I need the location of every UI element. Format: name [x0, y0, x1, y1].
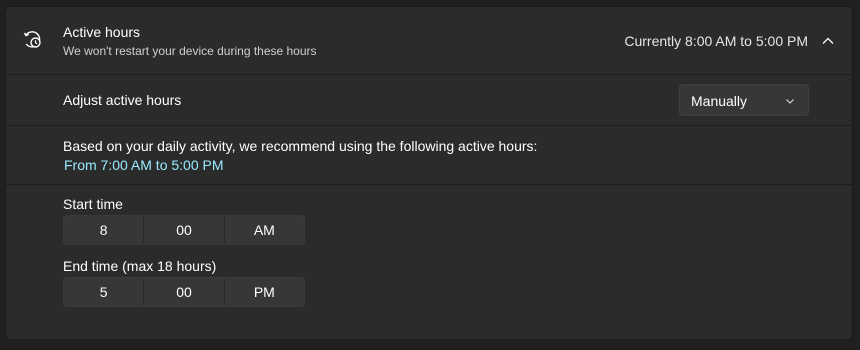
adjust-mode-dropdown[interactable]: Manually: [679, 84, 809, 116]
recommendation-text: Based on your daily activity, we recomme…: [63, 138, 538, 154]
adjust-active-hours-label: Adjust active hours: [63, 92, 182, 108]
end-time-picker[interactable]: 5 00 PM: [63, 277, 305, 307]
time-pickers-section: Start time 8 00 AM End time (max 18 hour…: [6, 185, 852, 339]
start-period-cell[interactable]: AM: [223, 216, 304, 244]
chevron-up-icon[interactable]: [820, 33, 836, 49]
current-hours-status: Currently 8:00 AM to 5:00 PM: [624, 33, 808, 49]
end-hour-cell[interactable]: 5: [64, 278, 143, 306]
clock-restart-icon: [23, 31, 41, 48]
section-title: Active hours: [63, 24, 141, 40]
start-hour-cell[interactable]: 8: [64, 216, 143, 244]
chevron-down-icon: [786, 99, 794, 104]
start-time-picker[interactable]: 8 00 AM: [63, 215, 305, 245]
end-time-label: End time (max 18 hours): [63, 258, 217, 274]
recommended-hours-link[interactable]: From 7:00 AM to 5:00 PM: [64, 157, 224, 173]
start-minute-cell[interactable]: 00: [143, 216, 223, 244]
end-period-cell[interactable]: PM: [223, 278, 304, 306]
recommendation-row: Based on your daily activity, we recomme…: [6, 126, 852, 184]
active-hours-header[interactable]: Active hours We won't restart your devic…: [6, 7, 852, 74]
active-hours-panel: Active hours We won't restart your devic…: [5, 6, 853, 340]
adjust-active-hours-row: Adjust active hours Manually: [6, 75, 852, 125]
end-minute-cell[interactable]: 00: [143, 278, 223, 306]
start-time-label: Start time: [63, 196, 123, 212]
section-subtitle: We won't restart your device during thes…: [63, 44, 317, 58]
dropdown-value: Manually: [691, 93, 748, 109]
